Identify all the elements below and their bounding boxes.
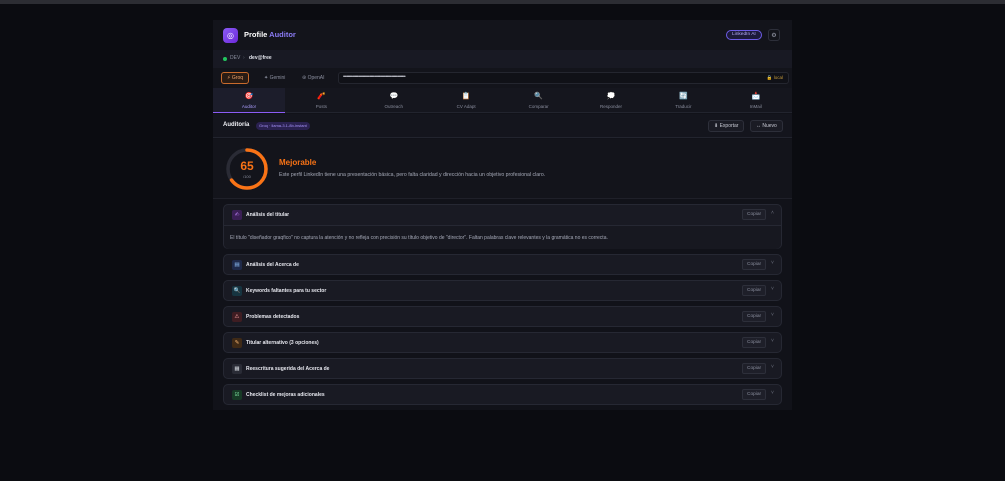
section-card[interactable]: ▦ Reescritura sugerida del Acerca de Copia… — [223, 358, 782, 379]
tab-icon: 💬 — [389, 93, 399, 100]
tab-icon: 📩 — [751, 93, 761, 100]
section-icon: ⚠ — [232, 312, 242, 322]
section-icon: ▦ — [232, 364, 242, 374]
copy-button[interactable]: Copiar — [742, 285, 767, 296]
tab-label: Outreach — [384, 104, 404, 109]
breadcrumb-separator: › — [243, 55, 245, 61]
provider-button-0[interactable]: ⚡ Groq — [221, 72, 250, 84]
chevron-down-icon[interactable]: ˅ — [771, 338, 774, 344]
tab-6[interactable]: 🔄 Traducir — [647, 88, 719, 113]
score-value: 65 — [240, 159, 254, 173]
tab-0[interactable]: 🎯 Auditor — [213, 88, 285, 113]
tab-label: Posts — [315, 104, 328, 109]
chevron-up-icon[interactable]: ˄ — [771, 210, 774, 216]
section-card[interactable]: ✍ Análisis del titular Copiar ˄ El título "d… — [223, 204, 782, 249]
tab-2[interactable]: 💬 Outreach — [358, 88, 430, 113]
model-badge: Groq · llama-3.1-8b-instant — [256, 121, 310, 130]
audit-title: Auditoría — [223, 122, 250, 128]
app-window: ◎ Profile Auditor LinkedIn AI ⚙ DEV › de… — [213, 20, 792, 410]
section-icon: ✎ — [232, 338, 242, 348]
tab-icon: 💭 — [606, 93, 616, 100]
app-title: Profile Auditor — [244, 30, 296, 39]
score-ring: 65 /100 — [225, 147, 269, 191]
tab-5[interactable]: 💭 Responder — [575, 88, 647, 113]
chevron-down-icon[interactable]: ˅ — [771, 260, 774, 266]
breadcrumb: DEV › dev@free — [213, 50, 792, 68]
new-button[interactable]: ↔ Nuevo — [750, 120, 783, 132]
score-panel: 65 /100 Mejorable Este perfil LinkedIn t… — [213, 139, 792, 199]
linkedin-ai-badge[interactable]: LinkedIn AI — [726, 30, 762, 40]
section-title: Análisis del Acerca de — [246, 261, 299, 268]
section-title: Checklist de mejoras adicionales — [246, 391, 325, 398]
export-button[interactable]: ⬇ Exportar — [708, 120, 745, 132]
section-card[interactable]: ⚠ Problemas detectados Copiar ˅ — [223, 306, 782, 327]
section-card[interactable]: ▤ Análisis del Acerca de Copiar ˅ — [223, 254, 782, 275]
section-icon: ✍ — [232, 210, 242, 220]
tab-1[interactable]: 🧨 Posts — [285, 88, 357, 113]
copy-button[interactable]: Copiar — [742, 337, 767, 348]
section-title: Análisis del titular — [246, 211, 290, 218]
score-description: Este perfil LinkedIn tiene una presentac… — [279, 172, 546, 178]
section-icon: ☑ — [232, 390, 242, 400]
copy-button[interactable]: Copiar — [742, 259, 767, 270]
tab-icon: 🔍 — [534, 93, 543, 100]
score-label: Mejorable — [279, 158, 317, 167]
provider-bar: ⚡ Groq ✦ Gemini ⊛ OpenAI •••••••••••••••••… — [213, 68, 792, 88]
audit-header: Auditoría Groq · llama-3.1-8b-instant ⬇ … — [213, 114, 792, 138]
section-body: El título "diseñador graqfico" no captur… — [224, 225, 781, 249]
tool-tabs: 🎯 Auditor 🧨 Posts 💬 Outreach 📋 CV Adapt 🔍 Compara… — [213, 88, 792, 113]
copy-button[interactable]: Copiar — [742, 209, 767, 220]
tab-icon: 🧨 — [317, 93, 326, 100]
app-header: ◎ Profile Auditor LinkedIn AI ⚙ — [213, 20, 792, 50]
env-label: DEV — [230, 55, 241, 61]
chevron-down-icon[interactable]: ˅ — [771, 286, 774, 292]
tab-icon: 🔄 — [679, 93, 688, 100]
user-label: dev@free — [249, 55, 272, 61]
tab-7[interactable]: 📩 InMail — [720, 88, 792, 113]
section-icon: ▤ — [232, 260, 242, 270]
tab-icon: 📋 — [461, 93, 471, 100]
score-denominator: /100 — [243, 174, 251, 179]
brand-primary: Profile — [244, 30, 268, 39]
copy-button[interactable]: Copiar — [742, 389, 767, 400]
local-lock-badge: 🔒 local — [766, 75, 783, 80]
section-card[interactable]: ☑ Checklist de mejoras adicionales Copiar ˅ — [223, 384, 782, 405]
status-dot — [223, 57, 227, 61]
section-title: Problemas detectados — [246, 313, 300, 320]
section-card[interactable]: 🔍 Keywords faltantes para tu sector Copiar… — [223, 280, 782, 301]
tab-label: InMail — [749, 104, 762, 109]
target-icon: ◎ — [223, 28, 238, 43]
provider-button-2[interactable]: ⊛ OpenAI — [296, 72, 331, 84]
tab-label: Comparar — [528, 104, 549, 109]
copy-button[interactable]: Copiar — [742, 311, 767, 322]
section-title: Titular alternativo (3 opciones) — [246, 339, 319, 346]
section-card[interactable]: ✎ Titular alternativo (3 opciones) Copiar ˅ — [223, 332, 782, 353]
section-icon: 🔍 — [232, 286, 242, 296]
api-key-value: ••••••••••••••••••••••••••••••••••••••••… — [343, 74, 406, 80]
settings-button[interactable]: ⚙ — [768, 29, 780, 41]
tab-label: Responder — [599, 104, 622, 109]
copy-button[interactable]: Copiar — [742, 363, 767, 374]
tab-icon: 🎯 — [244, 93, 254, 100]
provider-button-1[interactable]: ✦ Gemini — [258, 72, 291, 84]
section-body-text: El título "diseñador graqfico" no captur… — [230, 235, 608, 241]
api-key-input[interactable]: ••••••••••••••••••••••••••••••••••••••••… — [338, 72, 789, 84]
tab-label: Auditor — [241, 104, 257, 109]
section-title: Reescritura sugerida del Acerca de — [246, 365, 330, 372]
tab-label: CV Adapt — [456, 104, 476, 109]
brand-accent: Auditor — [269, 30, 296, 39]
chevron-down-icon[interactable]: ˅ — [771, 390, 774, 396]
chevron-down-icon[interactable]: ˅ — [771, 312, 774, 318]
gear-icon: ⚙ — [771, 32, 777, 39]
chevron-down-icon[interactable]: ˅ — [771, 364, 774, 370]
tab-4[interactable]: 🔍 Comparar — [503, 88, 575, 113]
tab-3[interactable]: 📋 CV Adapt — [430, 88, 502, 113]
section-title: Keywords faltantes para tu sector — [246, 287, 327, 294]
browser-top-bar — [0, 0, 1005, 4]
tab-label: Traducir — [675, 104, 692, 109]
